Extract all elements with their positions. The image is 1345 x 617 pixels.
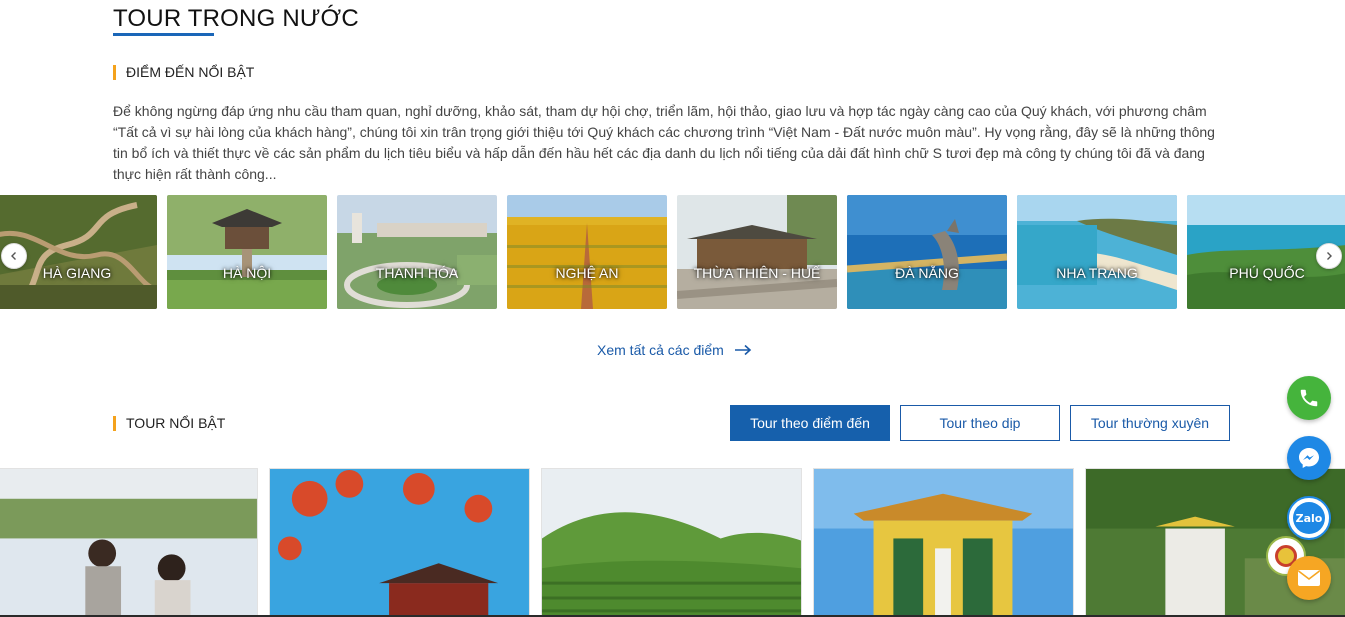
highlights-heading: ĐIỂM ĐẾN NỔI BẬT [126, 64, 255, 80]
destination-label: PHÚ QUỐC [1229, 265, 1305, 281]
title-underline [113, 33, 214, 36]
nha-trang-image [1017, 195, 1177, 309]
destination-label: NGHỆ AN [555, 265, 619, 281]
heading-accent-bar [113, 64, 116, 80]
tour-image-hue-citadel [270, 469, 529, 616]
destination-label: HÀ NỘI [222, 265, 272, 281]
filter-tour-by-destination[interactable]: Tour theo điểm đến [730, 405, 890, 441]
thanh-hoa-image [337, 195, 497, 309]
filter-tour-regular[interactable]: Tour thường xuyên [1070, 405, 1230, 441]
nghe-an-image [507, 195, 667, 309]
tour-card[interactable] [813, 468, 1074, 617]
zalo-label: Zalo [1295, 511, 1323, 525]
destination-card-nghe-an[interactable]: NGHỆ AN [507, 195, 667, 309]
destination-slider: HÀ GIANG HÀ NỘI THANH HÓA NGHỆ AN THỪA T… [0, 195, 1345, 309]
zalo-button[interactable]: Zalo [1287, 496, 1331, 540]
da-nang-image [847, 195, 1007, 309]
zalo-icon: Zalo [1293, 502, 1325, 534]
ha-noi-image [167, 195, 327, 309]
destination-card-ha-noi[interactable]: HÀ NỘI [167, 195, 327, 309]
featured-heading: TOUR NỔI BẬT [126, 415, 226, 431]
page-title: TOUR TRONG NƯỚC [113, 5, 359, 32]
chevron-right-icon [1327, 252, 1332, 260]
heading-accent-bar [113, 415, 116, 431]
destination-label: THỪA THIÊN - HUẾ [693, 265, 821, 281]
destination-card-thua-thien-hue[interactable]: THỪA THIÊN - HUẾ [677, 195, 837, 309]
phone-icon [1300, 389, 1318, 407]
filter-tour-by-occasion[interactable]: Tour theo dịp [900, 405, 1060, 441]
mail-icon [1298, 570, 1320, 586]
destination-card-thanh-hoa[interactable]: THANH HÓA [337, 195, 497, 309]
destination-label: HÀ GIANG [42, 265, 112, 281]
tour-card[interactable] [269, 468, 530, 617]
phone-call-button[interactable] [1287, 376, 1331, 420]
section-heading-featured: TOUR NỔI BẬT [113, 415, 225, 431]
destination-card-nha-trang[interactable]: NHA TRANG [1017, 195, 1177, 309]
arrow-right-icon [734, 344, 752, 356]
section-heading-highlights: ĐIỂM ĐẾN NỔI BẬT [113, 64, 254, 80]
chevron-left-icon [11, 252, 16, 260]
tour-image-pagoda-gate [814, 469, 1073, 616]
tour-card[interactable] [541, 468, 802, 617]
tour-card[interactable] [0, 468, 258, 617]
messenger-icon [1299, 448, 1319, 468]
tour-image-tea-hills [542, 469, 801, 616]
slider-next-button[interactable] [1316, 243, 1342, 269]
destination-label: THANH HÓA [375, 265, 459, 281]
see-all-label: Xem tất cả các điểm [597, 342, 724, 358]
email-button[interactable] [1287, 556, 1331, 600]
intro-paragraph: Để không ngừng đáp ứng nhu cầu tham quan… [113, 103, 1215, 182]
hue-image [677, 195, 837, 309]
see-all-destinations-link[interactable]: Xem tất cả các điểm [597, 342, 752, 358]
tour-image-flower-field [0, 469, 257, 616]
destination-card-da-nang[interactable]: ĐÀ NẴNG [847, 195, 1007, 309]
slider-prev-button[interactable] [1, 243, 27, 269]
messenger-button[interactable] [1287, 436, 1331, 480]
destination-label: ĐÀ NẴNG [895, 265, 959, 281]
destination-label: NHA TRANG [1056, 265, 1138, 281]
